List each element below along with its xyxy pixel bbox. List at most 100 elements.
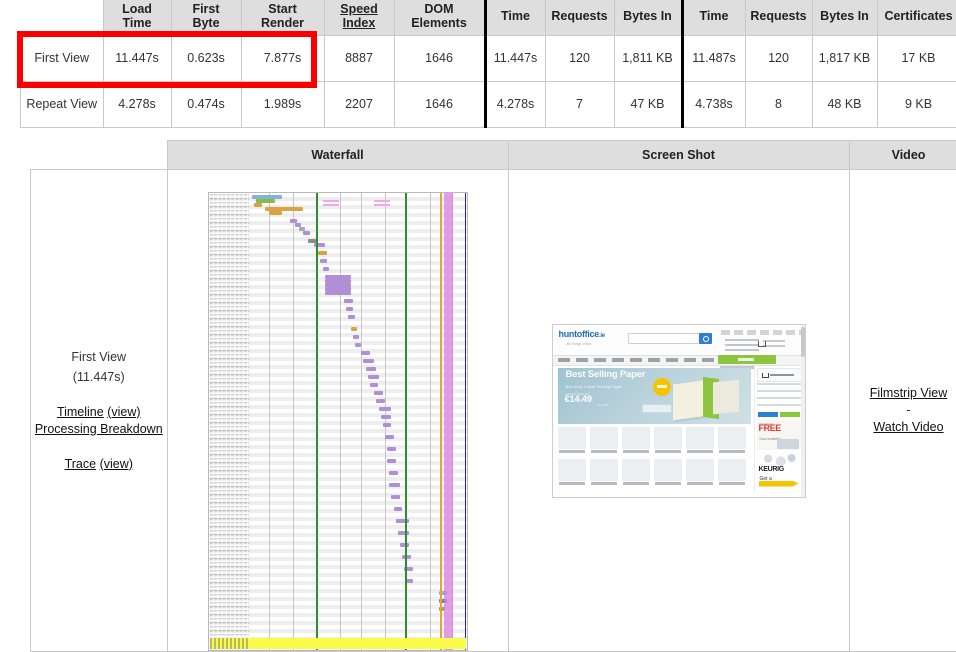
summary-header-speed-index[interactable]: Speed Index	[324, 0, 394, 36]
waterfall-request-bar[interactable]	[323, 267, 329, 271]
thumb-product-tile[interactable]	[718, 459, 746, 487]
waterfall-request-bar[interactable]	[348, 315, 354, 319]
waterfall-request-bar[interactable]	[391, 495, 400, 499]
thumb-product-tile[interactable]	[590, 427, 618, 455]
waterfall-hint-tick	[323, 204, 339, 206]
waterfall-request-bar[interactable]	[320, 259, 326, 263]
info-gap-1	[31, 386, 167, 404]
thumb-product-tile[interactable]	[590, 459, 618, 487]
waterfall-request-bar[interactable]	[353, 335, 359, 339]
waterfall-request-bar[interactable]	[355, 343, 361, 347]
thumb-sidebar-register-button[interactable]	[780, 412, 800, 417]
thumb-search-icon[interactable]	[699, 333, 712, 344]
thumb-product-tile[interactable]	[686, 459, 714, 487]
thumb-product-tile[interactable]	[622, 459, 650, 487]
waterfall-request-bar[interactable]	[366, 367, 377, 371]
cell-first-view-load-time: 11.447s	[103, 36, 171, 82]
timeline-link[interactable]: Timeline	[57, 405, 104, 419]
waterfall-request-bar[interactable]	[344, 299, 353, 303]
cell-repeat-view-full-requests: 8	[745, 82, 812, 128]
waterfall-request-bar[interactable]	[389, 471, 398, 475]
screenshot-cell[interactable]: huntoffice.ie all things office	[508, 170, 849, 652]
waterfall-request-bar[interactable]	[385, 435, 394, 439]
thumb-product-tile[interactable]	[686, 427, 714, 455]
thumb-product-caption	[623, 450, 649, 453]
detail-header-video: Video	[849, 141, 956, 170]
waterfall-request-bar[interactable]	[389, 483, 400, 487]
waterfall-request-bar[interactable]	[387, 459, 396, 463]
thumb-product-caption	[655, 482, 681, 485]
thumb-topbar: huntoffice.ie all things office	[553, 325, 805, 355]
waterfall-request-bar[interactable]	[363, 359, 374, 363]
waterfall-request-bar[interactable]	[368, 375, 379, 379]
processing-breakdown-link[interactable]: Processing Breakdown	[35, 422, 163, 436]
thumb-sidebar-login-button[interactable]	[758, 412, 778, 417]
waterfall-request-bar[interactable]	[346, 307, 352, 311]
watch-video-link[interactable]: Watch Video	[873, 420, 943, 434]
thumb-sidebar-login-form[interactable]	[757, 383, 801, 411]
thumb-sidebar-promo-catalogue[interactable]: Download FREE Now available	[757, 420, 801, 450]
waterfall-request-bar[interactable]	[318, 251, 327, 255]
waterfall-request-bar[interactable]	[400, 543, 409, 547]
waterfall-request-bar[interactable]	[406, 579, 412, 583]
page-screenshot-thumbnail[interactable]: huntoffice.ie all things office	[552, 324, 806, 498]
waterfall-gridline-1	[293, 193, 294, 650]
thumb-product-tile[interactable]	[654, 427, 682, 455]
thumb-banner-subtitle: Box of A4 Copier Printing Paper	[566, 385, 622, 389]
waterfall-request-bar[interactable]	[398, 531, 409, 535]
trace-link[interactable]: Trace	[65, 457, 97, 471]
waterfall-request-bar[interactable]	[381, 415, 392, 419]
cell-repeat-view-full-bytes: 48 KB	[812, 82, 877, 128]
waterfall-gridline-3	[340, 193, 341, 650]
thumb-banner-price-unit: Ex VAT	[599, 403, 609, 407]
waterfall-request-bar[interactable]	[370, 383, 379, 387]
table-row-first-view: First View 11.447s 0.623s 7.877s 8887 16…	[21, 36, 956, 82]
thumb-green-banner	[718, 355, 776, 364]
timeline-view-link[interactable]: (view)	[107, 405, 140, 419]
waterfall-chart[interactable]	[208, 192, 468, 651]
thumb-scrollbar[interactable]	[801, 325, 805, 497]
summary-header-full-time: Time	[682, 0, 745, 36]
waterfall-request-bar[interactable]	[325, 291, 351, 295]
waterfall-request-bar[interactable]	[303, 231, 309, 235]
thumb-product-image	[654, 459, 682, 481]
thumb-search-input[interactable]	[628, 333, 708, 344]
summary-header-row: Load Time First Byte Start Render Speed …	[21, 0, 956, 36]
waterfall-request-bar[interactable]	[383, 423, 392, 427]
cell-repeat-view-doc-bytes: 47 KB	[614, 82, 682, 128]
waterfall-request-bar[interactable]	[361, 351, 370, 355]
thumb-product-caption	[559, 482, 585, 485]
cell-first-view-start-render: 7.877s	[241, 36, 324, 82]
waterfall-request-bar[interactable]	[394, 507, 403, 511]
trace-view-link[interactable]: (view)	[100, 457, 133, 471]
cell-first-view-full-requests: 120	[745, 36, 812, 82]
info-gap-2	[31, 438, 167, 456]
thumb-product-tile[interactable]	[654, 459, 682, 487]
waterfall-request-bar[interactable]	[254, 203, 263, 207]
cell-first-view-doc-bytes: 1,811 KB	[614, 36, 682, 82]
cell-repeat-view-full-time: 4.738s	[682, 82, 745, 128]
summary-header-full-bytes: Bytes In	[812, 0, 877, 36]
waterfall-request-bar[interactable]	[269, 211, 282, 215]
thumb-product-tile[interactable]	[718, 427, 746, 455]
thumb-product-tile[interactable]	[558, 427, 586, 455]
waterfall-request-bar[interactable]	[374, 391, 383, 395]
thumb-sidebar-cart[interactable]	[757, 368, 803, 382]
summary-header-dom-elements: DOM Elements	[394, 0, 485, 36]
thumb-product-tile[interactable]	[622, 427, 650, 455]
waterfall-request-bar[interactable]	[379, 407, 392, 411]
waterfall-cell[interactable]	[167, 170, 508, 652]
waterfall-request-bar[interactable]	[387, 447, 396, 451]
waterfall-request-bar[interactable]	[351, 327, 357, 331]
waterfall-request-labels	[210, 194, 249, 640]
thumb-banner-title: Best Selling Paper	[566, 373, 646, 377]
info-view-time: (11.447s)	[31, 369, 167, 386]
summary-table-section: Load Time First Byte Start Render Speed …	[0, 0, 956, 128]
thumb-product-image	[718, 427, 746, 449]
thumb-product-image	[686, 427, 714, 449]
filmstrip-view-link[interactable]: Filmstrip View	[870, 386, 948, 400]
detail-table-section: Waterfall Screen Shot Video First View (…	[0, 140, 956, 652]
thumb-product-tile[interactable]	[558, 459, 586, 487]
thumb-sidebar-promo-keurig[interactable]: KEURIG Get a	[757, 452, 801, 488]
waterfall-request-bar[interactable]	[376, 399, 385, 403]
